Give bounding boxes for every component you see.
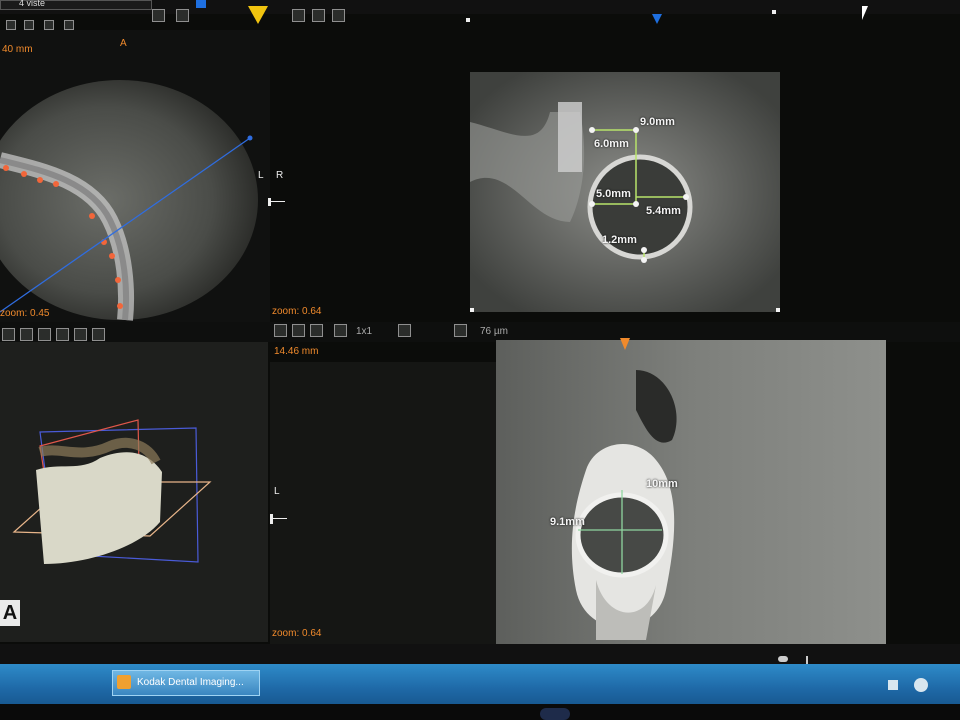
panoramic-slider-handle[interactable] xyxy=(270,514,289,524)
panoramic-zoom-bottom: zoom: 0.64 xyxy=(272,628,322,639)
sagittal-measure-top: 10mm xyxy=(646,478,678,490)
view-tool-3-icon[interactable] xyxy=(38,328,51,341)
view-tool-5-icon[interactable] xyxy=(74,328,87,341)
tool-1-icon[interactable] xyxy=(6,20,16,30)
save-icon[interactable] xyxy=(274,324,287,337)
tray-icon[interactable] xyxy=(888,680,898,690)
panoramic-distance: 14.46 mm xyxy=(274,346,319,357)
3d-letter-badge: A xyxy=(0,600,20,626)
monitor-bezel xyxy=(0,704,960,720)
rotate-icon[interactable] xyxy=(176,9,189,22)
measure-label-top: 9.0mm xyxy=(640,116,675,128)
cross-section-viewport[interactable]: 9.0mm 6.0mm 5.0mm 5.4mm 1.2mm xyxy=(470,72,780,312)
measure-label-left: 6.0mm xyxy=(594,138,629,150)
taskbar-app-label: Kodak Dental Imaging... xyxy=(137,677,244,688)
volume-3d-viewport[interactable]: A xyxy=(0,342,268,642)
layout-label[interactable]: 1x1 xyxy=(356,326,372,337)
view-tool-6-icon[interactable] xyxy=(92,328,105,341)
cube-icon[interactable] xyxy=(398,324,411,337)
pen-icon[interactable] xyxy=(310,324,323,337)
axial-orientation-r-outer: R xyxy=(276,170,284,181)
reset-icon[interactable] xyxy=(332,9,345,22)
tool-3-icon[interactable] xyxy=(44,20,54,30)
view-tool-2-icon[interactable] xyxy=(20,328,33,341)
resolution-label: 76 µm xyxy=(480,326,508,337)
sagittal-viewport[interactable]: 9.1mm 10mm xyxy=(496,340,886,644)
axial-slider-handle[interactable] xyxy=(268,198,289,206)
corner-handle[interactable] xyxy=(772,10,776,14)
power-button-icon xyxy=(540,708,570,720)
layout-icon[interactable] xyxy=(152,9,165,22)
taskbar: Kodak Dental Imaging... xyxy=(0,664,960,704)
swap-icon[interactable] xyxy=(454,324,467,337)
axial-scan-image xyxy=(0,80,258,321)
tool-4-icon[interactable] xyxy=(64,20,74,30)
sagittal-scan-image xyxy=(496,340,886,644)
cross-section-top-marker[interactable] xyxy=(652,14,662,24)
sagittal-measure-left: 9.1mm xyxy=(550,516,585,528)
measure-label-mid: 5.0mm xyxy=(596,188,631,200)
views-dropdown[interactable]: 4 viste xyxy=(0,0,152,10)
tray-icon[interactable] xyxy=(914,678,928,692)
tool-2-icon[interactable] xyxy=(24,20,34,30)
corner-handle[interactable] xyxy=(466,18,470,22)
blue-scroll-marker[interactable] xyxy=(196,0,206,8)
panoramic-zoom-top: zoom: 0.64 xyxy=(272,306,322,317)
volume-3d-image xyxy=(12,419,212,564)
square-icon[interactable] xyxy=(334,324,347,337)
measure-label-bottom: 1.2mm xyxy=(602,234,637,246)
view-tool-1-icon[interactable] xyxy=(2,328,15,341)
app-icon xyxy=(117,675,131,689)
axial-zoom: zoom: 0.45 xyxy=(0,308,50,319)
measure-label-right: 5.4mm xyxy=(646,205,681,217)
status-icon xyxy=(778,656,788,662)
grid-icon[interactable] xyxy=(292,9,305,22)
move-icon[interactable] xyxy=(292,324,305,337)
view-tool-4-icon[interactable] xyxy=(56,328,69,341)
status-divider xyxy=(806,656,808,664)
status-strip xyxy=(0,644,960,664)
views-label: 4 viste xyxy=(19,0,46,8)
axial-viewport[interactable]: A 40 mm L R zoom: 0.45 xyxy=(0,30,270,322)
taskbar-app-item[interactable]: Kodak Dental Imaging... xyxy=(112,670,260,696)
yellow-marker-icon[interactable] xyxy=(248,6,268,24)
3d-letter: A xyxy=(2,602,18,624)
mouse-cursor-icon xyxy=(862,6,868,20)
panoramic-orientation-l: L xyxy=(274,486,280,497)
measure-icon[interactable] xyxy=(312,9,325,22)
axial-orientation-l: L xyxy=(258,170,264,181)
panoramic-viewport[interactable]: L zoom: 0.64 xyxy=(270,362,496,644)
